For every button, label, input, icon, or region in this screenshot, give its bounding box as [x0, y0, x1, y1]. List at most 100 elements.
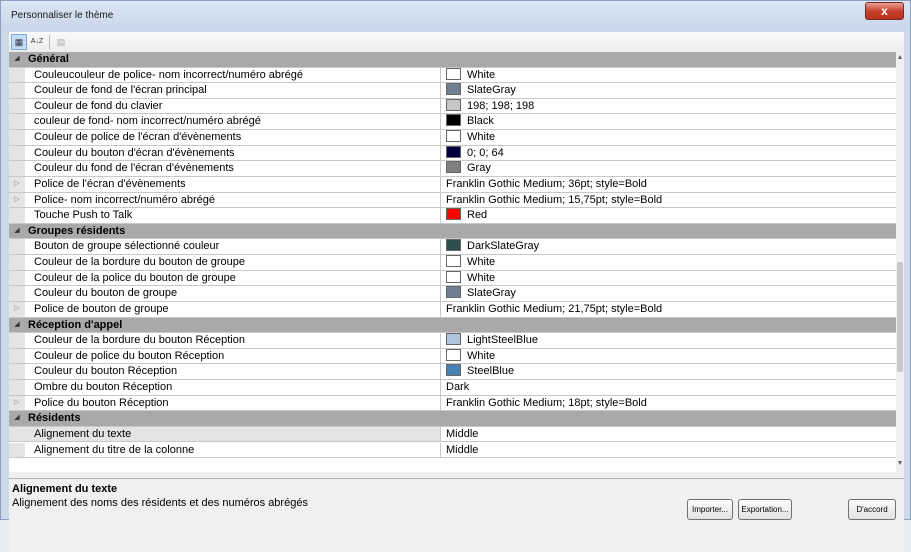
- toolbar-separator: [49, 35, 50, 49]
- property-value-cell[interactable]: White: [442, 255, 896, 270]
- property-row[interactable]: Alignement du texte Middle: [9, 426, 896, 443]
- property-value-cell[interactable]: Middle: [442, 443, 896, 458]
- description-text: Alignement des noms des résidents et des…: [12, 497, 308, 509]
- property-name: Couleur de la bordure du bouton de group…: [25, 255, 441, 270]
- property-name: Couleur de la bordure du bouton Réceptio…: [25, 333, 441, 348]
- property-row[interactable]: ▷ Police de bouton de groupe Franklin Goth…: [9, 301, 896, 318]
- property-row[interactable]: Couleur du fond de l'écran d'évènements G…: [9, 161, 896, 177]
- property-value: 0; 0; 64: [467, 146, 504, 159]
- property-row[interactable]: Couleur de la police du bouton de groupe…: [9, 270, 896, 287]
- close-button[interactable]: x: [865, 2, 904, 20]
- property-pages-icon[interactable]: ▤: [53, 34, 69, 50]
- property-row[interactable]: couleur de fond- nom incorrect/numéro ab…: [9, 114, 896, 131]
- export-button[interactable]: Exportation...: [738, 499, 792, 520]
- category-row[interactable]: ◢ Groupes résidents: [9, 223, 896, 240]
- property-value-cell[interactable]: LightSteelBlue: [442, 333, 896, 348]
- property-name: Couleur de police du bouton Réception: [25, 348, 441, 364]
- collapse-icon[interactable]: ◢: [9, 411, 25, 426]
- color-swatch: [446, 364, 461, 377]
- property-value-cell[interactable]: White: [442, 130, 896, 145]
- property-row[interactable]: ▷ Police du bouton Réception Franklin Goth…: [9, 395, 896, 412]
- property-name: Alignement du titre de la colonne: [25, 442, 441, 458]
- property-value-cell[interactable]: White: [442, 348, 896, 364]
- property-row[interactable]: Couleur du bouton de groupe SlateGray: [9, 286, 896, 302]
- property-row[interactable]: Ombre du bouton Réception Dark: [9, 380, 896, 396]
- property-name: Police- nom incorrect/numéro abrégé: [25, 192, 441, 208]
- property-value-cell[interactable]: Franklin Gothic Medium; 21,75pt; style=B…: [442, 302, 896, 317]
- property-value-cell[interactable]: Red: [442, 208, 896, 223]
- color-swatch: [446, 270, 461, 283]
- property-value: Gray: [467, 162, 491, 175]
- property-value-cell[interactable]: Franklin Gothic Medium; 36pt; style=Bold: [442, 177, 896, 192]
- color-swatch: [446, 114, 461, 127]
- import-button[interactable]: Importer...: [687, 499, 733, 520]
- property-row[interactable]: Couleur de fond du clavier 198; 198; 198: [9, 98, 896, 115]
- category-row[interactable]: ◢ Résidents: [9, 411, 896, 427]
- property-row[interactable]: Couleur de fond de l'écran principal Slat…: [9, 83, 896, 99]
- scrollbar-thumb[interactable]: [897, 262, 903, 372]
- collapse-icon[interactable]: ◢: [9, 223, 25, 239]
- vertical-scrollbar[interactable]: ▲ ▼: [896, 52, 904, 472]
- property-row[interactable]: Couleur du bouton d'écran d'évènements 0;…: [9, 145, 896, 162]
- property-row[interactable]: Couleur de police du bouton Réception Whi…: [9, 348, 896, 365]
- property-value: Franklin Gothic Medium; 21,75pt; style=B…: [446, 302, 663, 315]
- property-value-cell[interactable]: SlateGray: [442, 83, 896, 98]
- property-row[interactable]: Couleucouleur de police- nom incorrect/n…: [9, 67, 896, 84]
- property-value-cell[interactable]: DarkSlateGray: [442, 239, 896, 254]
- category-row[interactable]: ◢ Général: [9, 52, 896, 68]
- collapse-icon[interactable]: ◢: [9, 52, 25, 67]
- expand-icon[interactable]: ▷: [9, 192, 25, 208]
- scroll-up-icon[interactable]: ▲: [896, 54, 904, 61]
- color-swatch: [446, 286, 461, 299]
- categorized-view-icon[interactable]: ▦: [11, 34, 27, 50]
- property-row[interactable]: ▷ Police de l'écran d'évènements Franklin …: [9, 176, 896, 193]
- property-row[interactable]: Couleur de la bordure du bouton de group…: [9, 255, 896, 271]
- row-gutter: [9, 239, 25, 255]
- description-title: Alignement du texte: [12, 483, 118, 495]
- property-name: Couleur du bouton Réception: [25, 364, 441, 379]
- alphabetical-sort-icon[interactable]: A↓Z: [29, 34, 45, 50]
- category-row[interactable]: ◢ Réception d'appel: [9, 317, 896, 334]
- property-row[interactable]: Couleur de la bordure du bouton Réceptio…: [9, 333, 896, 349]
- property-value: SteelBlue: [467, 365, 515, 378]
- property-grid: Alignement du titre de la colonne Middle A…: [9, 52, 904, 472]
- color-swatch: [446, 239, 461, 252]
- property-row[interactable]: Alignement du titre de la colonne Middle: [9, 442, 896, 459]
- property-value-cell[interactable]: Franklin Gothic Medium; 15,75pt; style=B…: [442, 193, 896, 208]
- property-value-cell[interactable]: SteelBlue: [442, 364, 896, 379]
- property-value-cell[interactable]: Black: [442, 114, 896, 129]
- property-value-cell[interactable]: Dark: [442, 380, 896, 395]
- property-value-cell[interactable]: SlateGray: [442, 286, 896, 301]
- row-gutter: [9, 442, 25, 458]
- category-label: Réception d'appel: [28, 318, 123, 331]
- expand-icon[interactable]: ▷: [9, 395, 25, 411]
- row-gutter: [9, 364, 25, 379]
- property-value-cell[interactable]: White: [442, 270, 896, 286]
- expand-icon[interactable]: ▷: [9, 301, 25, 317]
- property-value-cell[interactable]: Middle: [442, 427, 896, 442]
- property-name: Couleur de police de l'écran d'évènement…: [25, 130, 441, 145]
- property-row[interactable]: Touche Push to Talk Red: [9, 208, 896, 224]
- property-value-cell[interactable]: Franklin Gothic Medium; 18pt; style=Bold: [442, 396, 896, 411]
- property-row[interactable]: Couleur de police de l'écran d'évènement…: [9, 130, 896, 146]
- property-value-cell[interactable]: White: [442, 67, 896, 83]
- property-value-cell[interactable]: 0; 0; 64: [442, 145, 896, 161]
- property-value: Franklin Gothic Medium; 36pt; style=Bold: [446, 177, 647, 190]
- scroll-down-icon[interactable]: ▼: [896, 460, 904, 467]
- property-row[interactable]: Couleur du bouton Réception SteelBlue: [9, 364, 896, 380]
- collapse-icon[interactable]: ◢: [9, 317, 25, 333]
- property-value-cell[interactable]: Gray: [442, 161, 896, 176]
- property-value: DarkSlateGray: [467, 240, 540, 253]
- property-row[interactable]: Bouton de groupe sélectionné couleur Dark…: [9, 239, 896, 256]
- title-bar: Personnaliser le thème x: [1, 1, 910, 31]
- property-value-cell[interactable]: 198; 198; 198: [442, 98, 896, 114]
- expand-icon[interactable]: ▷: [9, 176, 25, 192]
- row-gutter: [9, 208, 25, 223]
- ok-button[interactable]: D'accord: [848, 499, 896, 520]
- property-row[interactable]: ▷ Police- nom incorrect/numéro abrégé Fran…: [9, 192, 896, 209]
- property-name: Couleur de la police du bouton de groupe: [25, 270, 441, 286]
- row-gutter: [9, 333, 25, 348]
- color-swatch: [446, 130, 461, 143]
- color-swatch: [446, 145, 461, 158]
- property-value: Middle: [446, 443, 479, 456]
